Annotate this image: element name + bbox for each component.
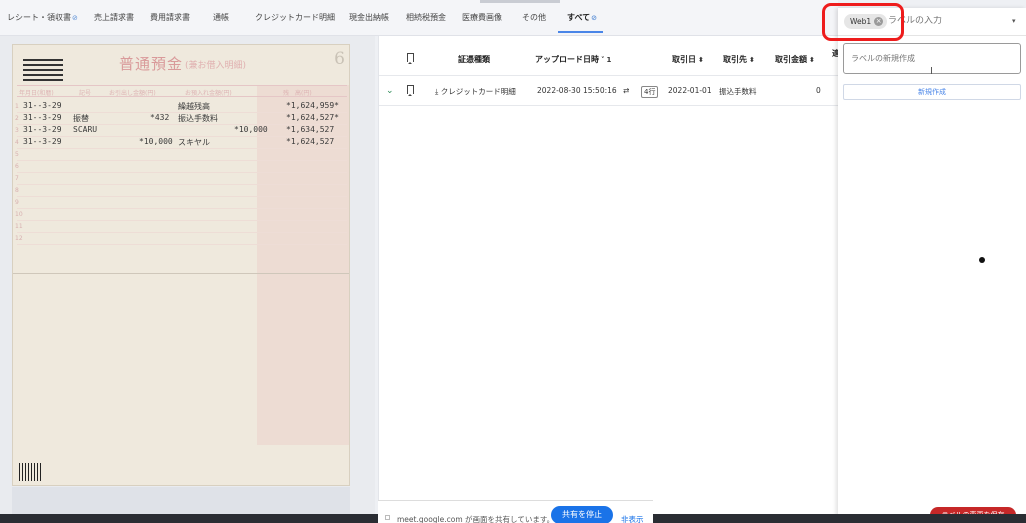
tab-cash-book[interactable]: 現金出納帳 (349, 12, 389, 23)
passbook-rule (17, 160, 347, 161)
passbook-rule (17, 244, 347, 245)
passbook-fold (13, 273, 349, 279)
document-table: 証憑種類 アップロード日時 ˅ 1 取引日 ⬍ 取引先 ⬍ 取引金額 ⬍ 適 ⌄ ⤓ クレ… (378, 36, 840, 523)
passbook-rule (17, 220, 347, 221)
passbook-row-number: 5 (15, 151, 19, 158)
passbook-page-number: 6 (334, 49, 345, 69)
label-input[interactable] (888, 16, 998, 26)
sort-icon: ⬍ (698, 56, 704, 64)
download-icon[interactable]: ⤓ (435, 87, 438, 96)
tab-expense-invoices[interactable]: 費用請求書 (150, 12, 190, 23)
active-tab-indicator (558, 31, 603, 33)
passbook-header-date: 年月日(和暦) (19, 90, 54, 97)
document-preview-pane: 普通預金 (兼お借入明細) 6 年月日(和暦) 記号 お引出し金額(円) お預入… (0, 36, 375, 523)
tab-inheritance-deposits[interactable]: 相続税預金 (406, 12, 446, 23)
cell-trade-date: 2022-01-01 (668, 86, 712, 95)
passbook-title-sub: (兼お借入明細) (185, 61, 247, 71)
passbook-rule (17, 208, 347, 209)
passbook-header-withdraw: お引出し金額(円) (109, 90, 156, 97)
screen-share-bar: meet.google.com が画面を共有しています。 共有を停止 非表示 (378, 500, 653, 523)
annotation-highlight (822, 3, 904, 41)
cell-lines-badge: 4行 (641, 86, 659, 98)
screen-share-message: meet.google.com が画面を共有しています。 (397, 515, 555, 523)
cell-partner: 振込手数料 (719, 87, 757, 96)
passbook-row-number: 9 (15, 199, 19, 206)
sort-order-number: 1 (606, 56, 612, 64)
passbook-header-deposit: お預入れ金額(円) (185, 90, 232, 97)
row-divider (379, 105, 839, 106)
barcode-icon (19, 463, 43, 481)
row-bookmark-button[interactable] (407, 85, 414, 96)
passbook-row-number: 7 (15, 175, 19, 182)
passbook-row-number: 6 (15, 163, 19, 170)
cell-amount: 0 (816, 86, 821, 95)
column-header-partner[interactable]: 取引先 ⬍ (723, 54, 755, 65)
passbook-rule (17, 184, 347, 185)
passbook-rule (17, 136, 347, 137)
verified-icon: ⊘ (72, 14, 78, 22)
passbook-row-number: 3 (15, 127, 19, 134)
tab-sales-invoices[interactable]: 売上請求書 (94, 12, 134, 23)
tab-receipts[interactable]: レシート・領収書⊘ (7, 12, 78, 23)
bookmark-icon (407, 85, 414, 96)
bookmark-icon (407, 53, 414, 64)
passbook-row-number: 12 (15, 235, 23, 242)
mouse-pointer (979, 257, 985, 263)
stop-sharing-button[interactable]: 共有を停止 (551, 506, 613, 523)
swap-button[interactable]: ⇄ (623, 86, 629, 95)
sort-icon: ⬍ (809, 56, 815, 64)
column-header-amount[interactable]: 取引金額 ⬍ (775, 54, 815, 65)
cell-doc-type[interactable]: ⤓ クレジットカード明細 (435, 86, 516, 97)
scroll-indicator (480, 0, 560, 3)
passbook-row-number: 1 (15, 103, 19, 110)
tab-passbook[interactable]: 通帳 (213, 12, 229, 23)
column-header-doc-type[interactable]: 証憑種類 (458, 54, 490, 65)
passbook-header-balance: 残 高(円) (283, 90, 312, 97)
tab-credit-card-statements[interactable]: クレジットカード明細 (255, 12, 335, 23)
header-divider (379, 75, 839, 76)
tab-medical-images[interactable]: 医療費画像 (462, 12, 502, 23)
passbook-header: 年月日(和暦) 記号 お引出し金額(円) お預入れ金額(円) 残 高(円) (17, 85, 347, 97)
column-header-upload-datetime[interactable]: アップロード日時 ˅ 1 (535, 54, 611, 65)
passbook-row-number: 10 (15, 211, 23, 218)
chevron-down-icon[interactable]: ▾ (1012, 17, 1016, 25)
cell-upload-datetime: 2022-08-30 15:50:16 (537, 86, 617, 95)
tab-all[interactable]: すべて⊘ (567, 12, 597, 23)
swap-arrows-icon: ⇄ (623, 86, 630, 95)
passbook-rule (17, 124, 347, 125)
create-label-button[interactable]: 新規作成 (843, 84, 1021, 100)
chevron-down-icon: ⌄ (386, 86, 394, 96)
tab-other[interactable]: その他 (522, 12, 546, 23)
passbook-title: 普通預金 (119, 55, 184, 73)
bookmark-column-header[interactable] (407, 53, 414, 64)
column-header-trade-date[interactable]: 取引日 ⬍ (672, 54, 704, 65)
passbook-row-number: 2 (15, 115, 19, 122)
passbook-image: 普通預金 (兼お借入明細) 6 年月日(和暦) 記号 お引出し金額(円) お預入… (12, 44, 350, 486)
passbook-row-number: 4 (15, 139, 19, 146)
label-panel: Web1 × ▾ I 新規作成 ラベルの変更を保存 (838, 8, 1026, 523)
category-tab-bar: レシート・領収書⊘ 売上請求書 費用請求書 通帳 クレジットカード明細 現金出納… (0, 0, 838, 36)
passbook-rule (17, 232, 347, 233)
passbook-rule (17, 148, 347, 149)
passbook-row-number: 11 (15, 223, 23, 230)
passbook-row-number: 8 (15, 187, 19, 194)
passbook-header-code: 記号 (79, 90, 92, 97)
passbook-rule (17, 172, 347, 173)
passbook-stripes (23, 59, 63, 85)
text-cursor-icon: I (930, 66, 933, 77)
passbook-rule (17, 112, 347, 113)
verified-icon: ⊘ (591, 14, 597, 22)
drag-handle-icon[interactable] (385, 515, 390, 520)
expand-row-button[interactable]: ⌄ (386, 86, 394, 96)
sort-icon: ⬍ (749, 56, 755, 64)
sort-desc-icon: ˅ (601, 56, 605, 64)
hide-share-bar-button[interactable]: 非表示 (621, 514, 644, 523)
passbook-rule (17, 196, 347, 197)
